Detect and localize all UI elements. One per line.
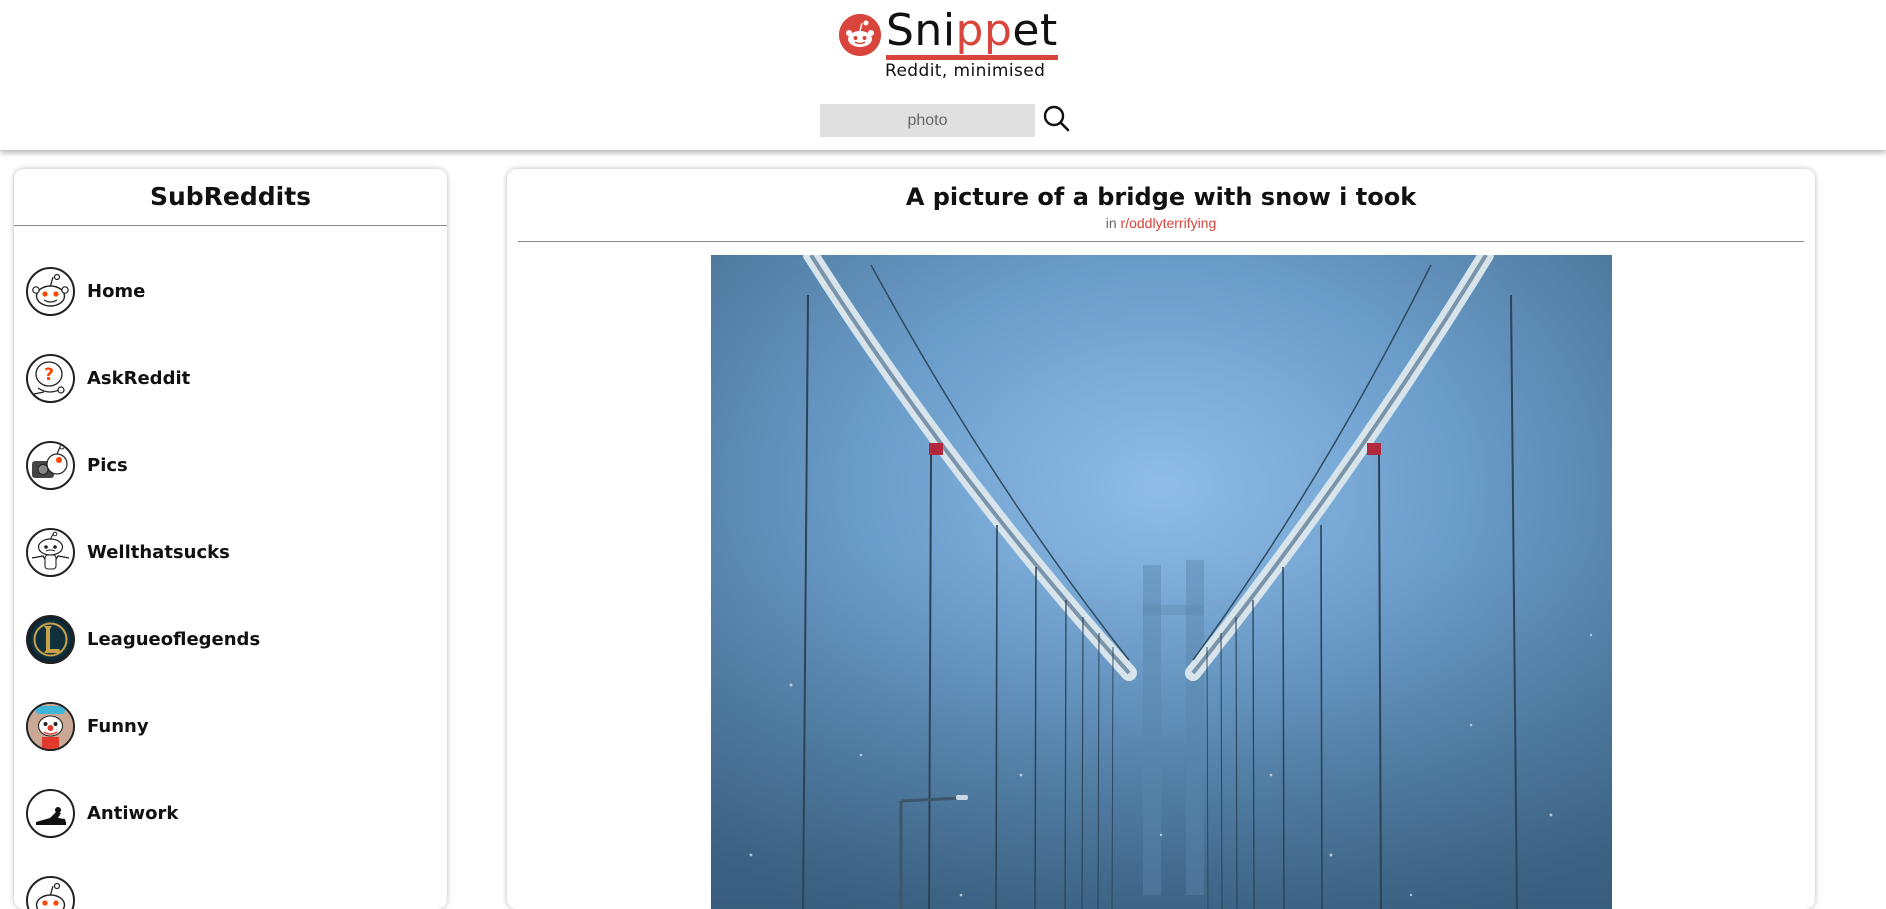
- sidebar-item-label: Funny: [87, 716, 149, 737]
- magnifier-icon: [1043, 105, 1070, 132]
- post-card: A picture of a bridge with snow i took i…: [507, 169, 1815, 909]
- sidebar-item-partial[interactable]: [14, 857, 447, 909]
- sidebar-item-label: Wellthatsucks: [87, 542, 230, 563]
- site-header: Snippet Reddit, minimised: [0, 0, 1886, 150]
- sidebar-item-pics[interactable]: Pics: [14, 422, 447, 509]
- sidebar-item-label: Home: [87, 281, 146, 302]
- subreddits-sidebar: SubReddits Home ? AskReddit Pics Welltha…: [14, 169, 447, 909]
- divider: [518, 241, 1804, 242]
- league-logo-icon: [26, 615, 75, 664]
- suspension-bridge-photo: [711, 255, 1612, 909]
- sidebar-item-label: Leagueoflegends: [87, 629, 261, 650]
- brand-name-suffix: et: [1012, 5, 1058, 56]
- brand-name-accent: pp: [955, 5, 1013, 56]
- sidebar-item-label: AskReddit: [87, 368, 191, 389]
- subreddit-link[interactable]: r/oddlyterrifying: [1121, 215, 1217, 231]
- sidebar-item-wellthatsucks[interactable]: Wellthatsucks: [14, 509, 447, 596]
- sidebar-item-label: Antiwork: [87, 803, 179, 824]
- reddit-alien-icon: [26, 267, 75, 316]
- subreddit-list: Home ? AskReddit Pics Wellthatsucks Leag…: [14, 226, 447, 909]
- sidebar-item-home[interactable]: Home: [14, 248, 447, 335]
- post-image[interactable]: [711, 255, 1612, 909]
- post-meta: in r/oddlyterrifying: [507, 215, 1815, 231]
- brand[interactable]: Snippet: [839, 7, 1058, 60]
- search-input[interactable]: [820, 104, 1035, 137]
- sidebar-title: SubReddits: [14, 169, 447, 226]
- sad-alien-icon: [26, 528, 75, 577]
- reddit-logo-icon: [839, 14, 881, 56]
- sidebar-item-leagueoflegends[interactable]: Leagueoflegends: [14, 596, 447, 683]
- sidebar-item-label: Pics: [87, 455, 128, 476]
- brand-name-prefix: Sni: [886, 5, 956, 56]
- sidebar-item-askreddit[interactable]: ? AskReddit: [14, 335, 447, 422]
- post-meta-prefix: in: [1105, 215, 1117, 231]
- search-button[interactable]: [1042, 104, 1072, 134]
- sidebar-item-funny[interactable]: Funny: [14, 683, 447, 770]
- post-title[interactable]: A picture of a bridge with snow i took: [507, 183, 1815, 211]
- brand-name: Snippet: [886, 7, 1058, 60]
- question-alien-icon: ?: [26, 354, 75, 403]
- lounging-figure-icon: [26, 789, 75, 838]
- tagline: Reddit, minimised: [885, 61, 1046, 81]
- svg-text:?: ?: [44, 365, 54, 385]
- clown-alien-icon: [26, 702, 75, 751]
- camera-alien-icon: [26, 441, 75, 490]
- sidebar-item-antiwork[interactable]: Antiwork: [14, 770, 447, 857]
- reddit-alien-icon: [26, 876, 75, 909]
